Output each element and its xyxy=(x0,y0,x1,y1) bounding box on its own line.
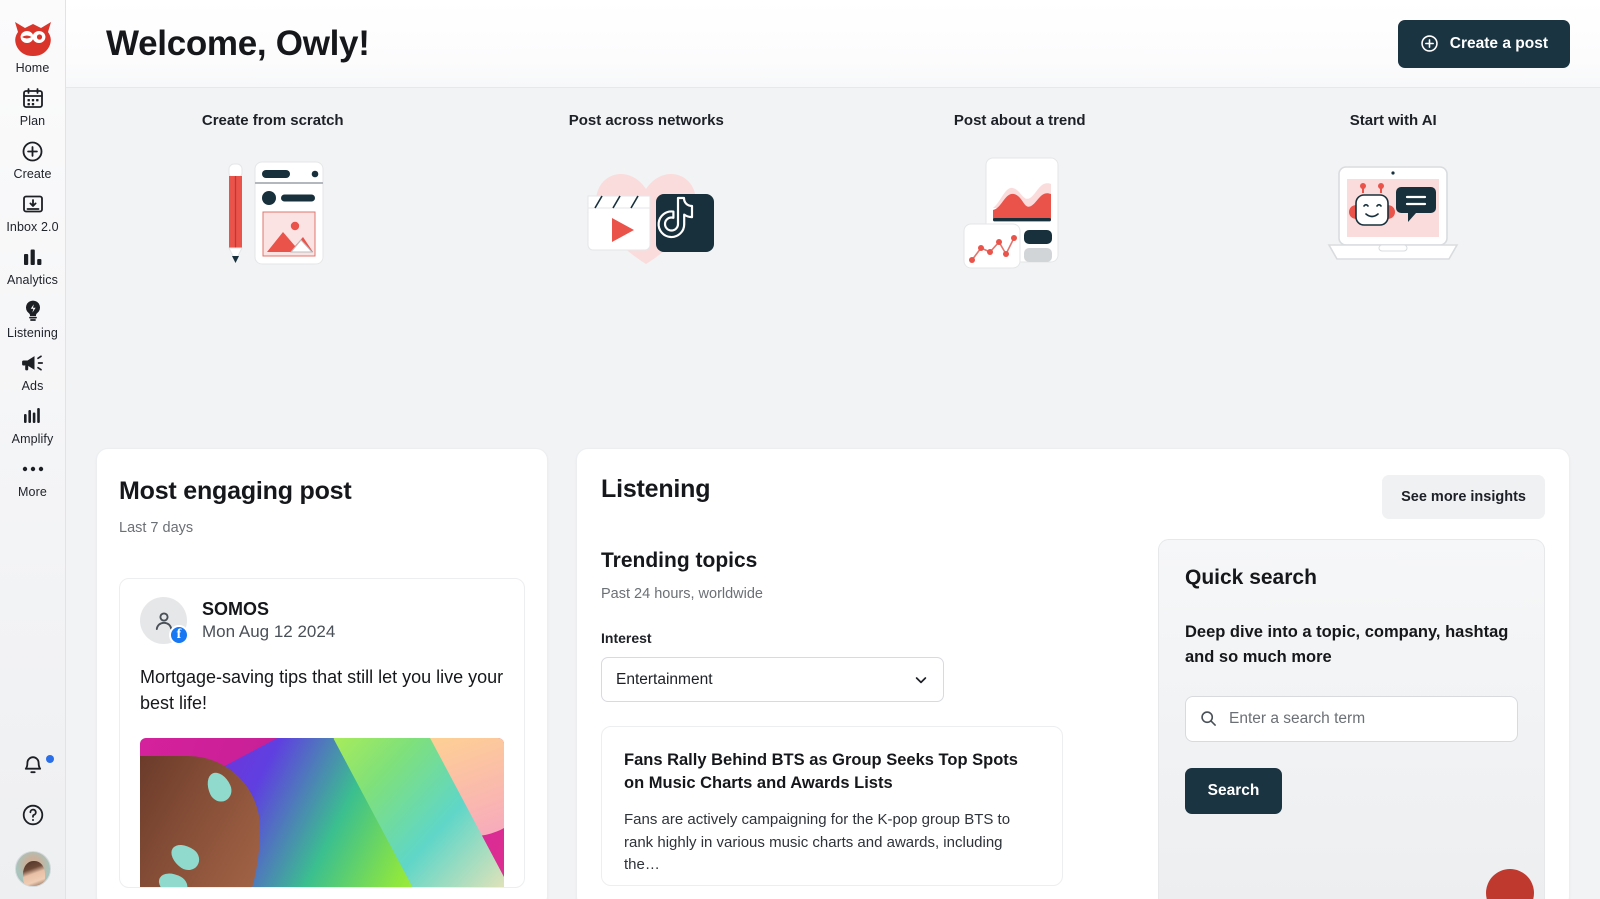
bar-chart-icon xyxy=(22,245,44,269)
quick-action-label: Post about a trend xyxy=(953,112,1086,129)
quick-action-post-about-a-trend[interactable]: Post about a trend xyxy=(833,110,1207,448)
sidebar-item-label: Plan xyxy=(19,114,46,128)
audio-bars-icon xyxy=(22,404,44,428)
plus-circle-icon xyxy=(21,139,44,163)
heart-video-tiktok-icon xyxy=(576,151,716,281)
create-post-label: Create a post xyxy=(1449,34,1548,52)
post-image xyxy=(140,738,504,887)
listening-header: Listening See more insights xyxy=(601,475,1545,519)
sidebar-item-ads[interactable]: Ads xyxy=(0,340,66,393)
search-input[interactable] xyxy=(1229,709,1503,728)
listening-card: Listening See more insights Trending top… xyxy=(576,448,1570,899)
sidebar-item-label: Analytics xyxy=(7,273,58,287)
sidebar-item-label: Listening xyxy=(7,326,58,340)
sidebar-item-analytics[interactable]: Analytics xyxy=(0,234,66,287)
sidebar-item-label: Home xyxy=(15,61,50,75)
card-title: Listening xyxy=(601,475,711,503)
avatar[interactable] xyxy=(15,851,51,887)
quick-action-label: Start with AI xyxy=(1349,112,1437,129)
quick-action-start-with-ai[interactable]: Start with AI xyxy=(1207,110,1581,448)
help-button[interactable] xyxy=(21,803,45,827)
sidebar-item-amplify[interactable]: Amplify xyxy=(0,393,66,446)
notifications-button[interactable] xyxy=(18,753,54,779)
quick-action-create-from-scratch[interactable]: Create from scratch xyxy=(86,110,460,448)
sidebar-item-home[interactable]: Home xyxy=(0,0,66,75)
sidebar-item-label: Create xyxy=(13,167,52,181)
post-preview[interactable]: f SOMOS Mon Aug 12 2024 Mortgage-saving … xyxy=(119,578,525,888)
trending-topic-item[interactable]: Fans Rally Behind BTS as Group Seeks Top… xyxy=(601,726,1063,886)
sidebar-item-label: More xyxy=(18,485,47,499)
post-avatar-wrap: f xyxy=(140,597,189,645)
quick-action-label: Create from scratch xyxy=(201,112,344,129)
megaphone-icon xyxy=(21,351,45,375)
ellipsis-icon xyxy=(21,457,45,481)
see-more-insights-button[interactable]: See more insights xyxy=(1382,475,1545,519)
dashboard-cards-row: Most engaging post Last 7 days f SOMOS M… xyxy=(66,448,1600,899)
sidebar-bottom-group xyxy=(0,753,66,887)
most-engaging-post-card: Most engaging post Last 7 days f SOMOS M… xyxy=(96,448,548,899)
sidebar-item-create[interactable]: Create xyxy=(0,128,66,181)
lightbulb-icon xyxy=(22,298,44,322)
quick-search-input-wrap[interactable] xyxy=(1185,695,1518,742)
sidebar-item-plan[interactable]: Plan xyxy=(0,75,66,128)
quick-search-panel: Quick search Deep dive into a topic, com… xyxy=(1158,539,1545,899)
trending-topic-title: Fans Rally Behind BTS as Group Seeks Top… xyxy=(624,751,1018,793)
post-date: Mon Aug 12 2024 xyxy=(202,622,336,641)
plus-circle-icon xyxy=(1420,34,1439,53)
sidebar-item-label: Amplify xyxy=(11,432,54,446)
laptop-ai-robot-icon xyxy=(1323,151,1463,281)
quick-actions-row: Create from scratch Post across networks… xyxy=(66,88,1600,448)
sidebar-item-label: Ads xyxy=(21,379,44,393)
post-text: Mortgage-saving tips that still let you … xyxy=(140,667,504,714)
post-author: SOMOS xyxy=(202,599,270,619)
post-header: f SOMOS Mon Aug 12 2024 xyxy=(140,597,504,645)
notification-badge-dot xyxy=(46,755,54,763)
quick-search-description: Deep dive into a topic, company, hashtag… xyxy=(1185,623,1509,666)
main-sidebar: Home Plan Create Inbox 2.0 Analytics Lis… xyxy=(0,0,66,899)
inbox-icon xyxy=(22,192,44,216)
create-post-button[interactable]: Create a post xyxy=(1397,19,1570,68)
interest-select[interactable]: Entertainment xyxy=(601,657,944,702)
sidebar-item-more[interactable]: More xyxy=(0,446,66,499)
card-title: Most engaging post xyxy=(119,477,352,505)
chevron-down-icon xyxy=(913,672,929,688)
page-title: Welcome, Owly! xyxy=(106,23,370,63)
search-icon xyxy=(1200,710,1217,727)
card-subtitle: Last 7 days xyxy=(119,520,194,536)
quick-action-label: Post across networks xyxy=(568,112,724,129)
sidebar-item-listening[interactable]: Listening xyxy=(0,287,66,340)
trending-topic-body: Fans are actively campaigning for the K-… xyxy=(624,810,1011,874)
calendar-icon xyxy=(22,86,44,110)
sidebar-item-inbox[interactable]: Inbox 2.0 xyxy=(0,181,66,234)
quick-search-title: Quick search xyxy=(1185,566,1317,589)
sidebar-item-label: Inbox 2.0 xyxy=(6,220,59,234)
pencil-and-post-composer-icon xyxy=(207,151,339,281)
page-header: Welcome, Owly! Create a post xyxy=(66,0,1600,88)
app-root: Home Plan Create Inbox 2.0 Analytics Lis… xyxy=(0,0,1600,899)
hootsuite-owl-logo-icon xyxy=(10,14,56,60)
facebook-icon: f xyxy=(169,625,189,645)
trend-chart-cards-icon xyxy=(954,151,1086,281)
quick-action-post-across-networks[interactable]: Post across networks xyxy=(460,110,834,448)
main-content: Welcome, Owly! Create a post Create from… xyxy=(66,0,1600,899)
search-button[interactable]: Search xyxy=(1185,767,1282,814)
interest-selected-value: Entertainment xyxy=(616,670,713,688)
